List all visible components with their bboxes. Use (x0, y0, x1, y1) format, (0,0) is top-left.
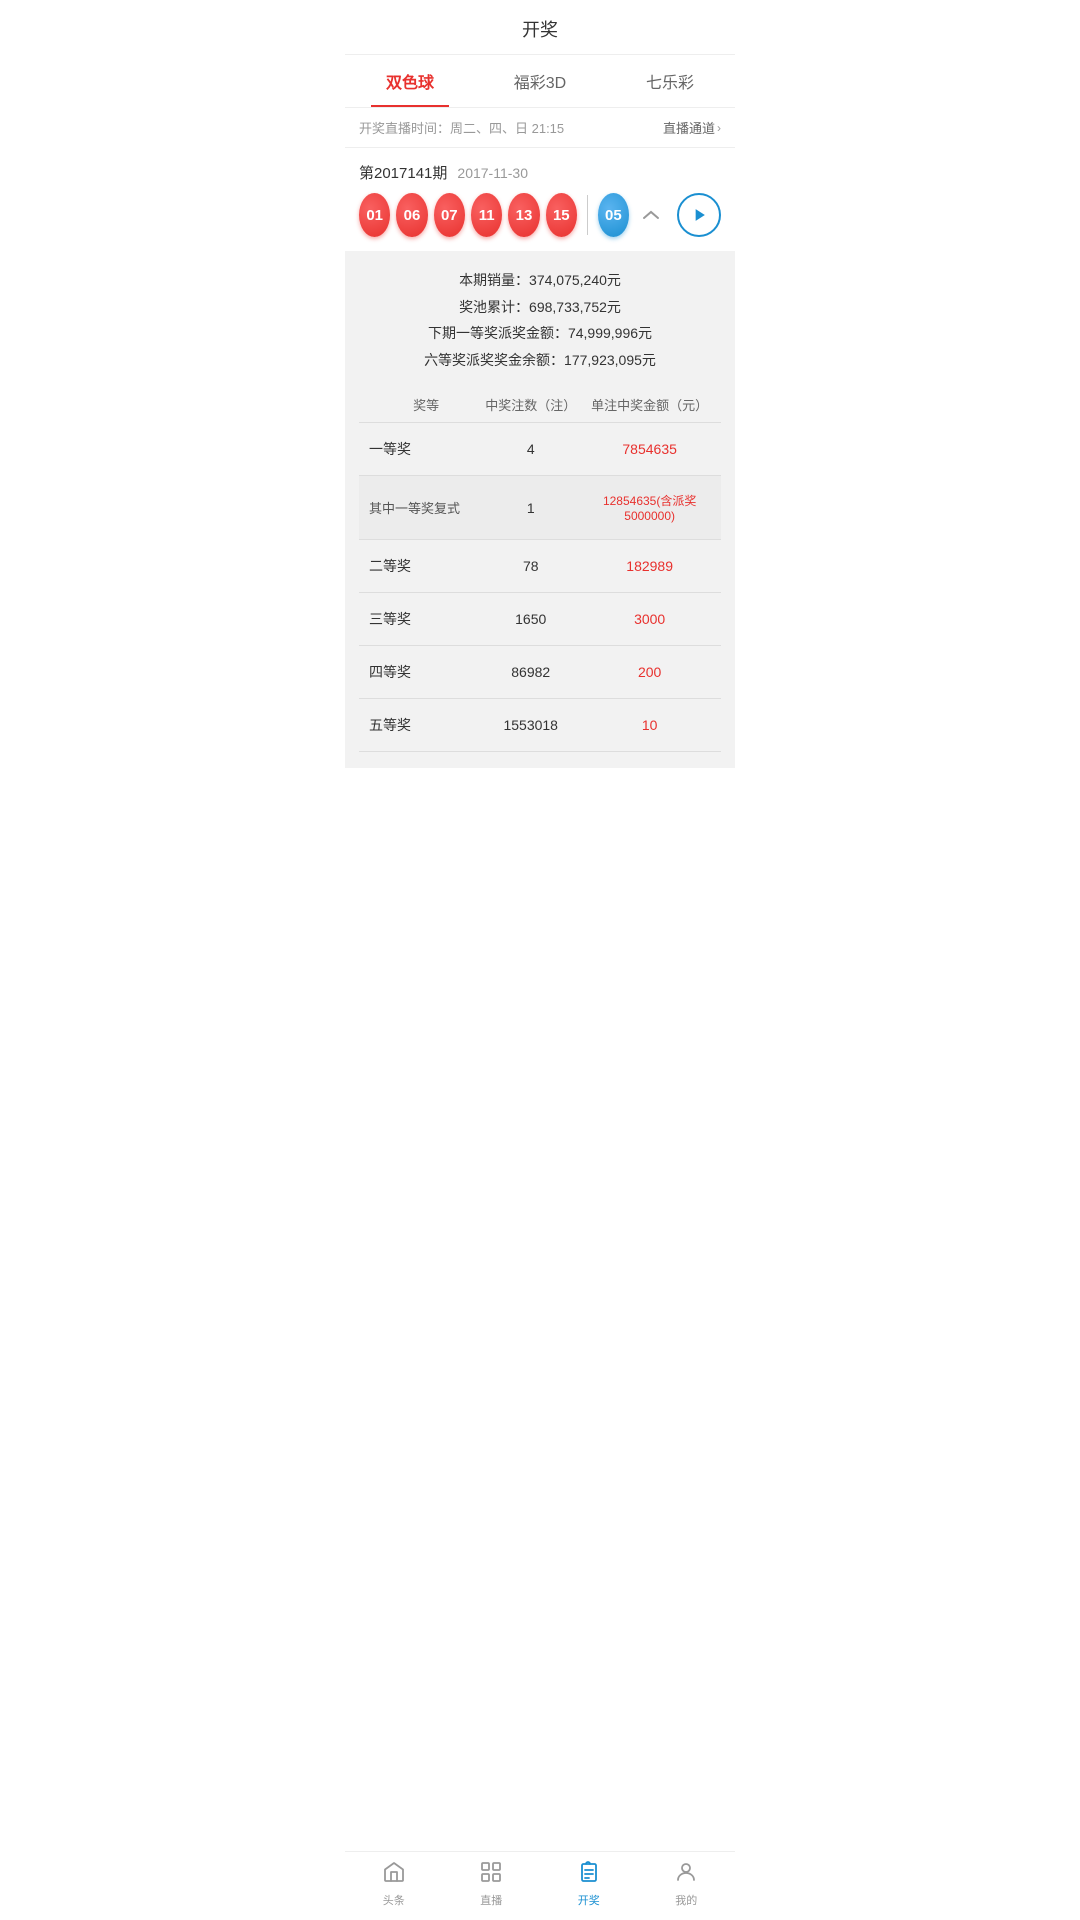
chevron-right-icon: › (717, 121, 721, 135)
prize-table: 奖等 中奖注数（注） 单注中奖金额（元） 一等奖 4 7854635 其中一等奖… (359, 387, 721, 752)
sales-line1: 本期销量：374,075,240元 (359, 267, 721, 294)
draw-issue: 第2017141期 (359, 162, 447, 183)
sales-line3: 下期一等奖派奖金额：74,999,996元 (359, 320, 721, 347)
person-icon (674, 1860, 698, 1888)
prize-count-4: 86982 (483, 664, 578, 680)
red-ball-4: 11 (471, 193, 502, 237)
prize-row-2: 二等奖 78 182989 (359, 540, 721, 593)
draw-date: 2017-11-30 (457, 165, 528, 181)
tab-shuangseqiu[interactable]: 双色球 (345, 55, 475, 107)
draw-card: 第2017141期 2017-11-30 01 06 07 11 13 15 0… (345, 148, 735, 251)
blue-ball: 05 (598, 193, 629, 237)
sales-line4: 六等奖派奖奖金余额：177,923,095元 (359, 347, 721, 374)
tab-bar: 双色球 福彩3D 七乐彩 (345, 55, 735, 108)
red-ball-6: 15 (546, 193, 577, 237)
red-ball-5: 13 (508, 193, 539, 237)
prize-amount-sub: 12854635(含派奖5000000) (578, 492, 721, 523)
header-amount: 单注中奖金额（元） (578, 395, 721, 414)
draw-numbers-row: 01 06 07 11 13 15 05 (359, 193, 721, 237)
prize-row-5: 五等奖 1553018 10 (359, 699, 721, 752)
header-count: 中奖注数（注） (483, 395, 578, 414)
prize-name-5: 五等奖 (359, 715, 483, 735)
prize-amount-2: 182989 (578, 558, 721, 574)
prize-row-3: 三等奖 1650 3000 (359, 593, 721, 646)
clipboard-icon (577, 1860, 601, 1888)
prize-row-4: 四等奖 86982 200 (359, 646, 721, 699)
nav-zhibo[interactable]: 直播 (443, 1860, 541, 1908)
prize-count-2: 78 (483, 558, 578, 574)
nav-toutiao[interactable]: 头条 (345, 1860, 443, 1908)
live-bar: 开奖直播时间：周二、四、日 21:15 直播通道 › (345, 108, 735, 148)
prize-name-3: 三等奖 (359, 609, 483, 629)
bottom-nav: 头条 直播 开奖 (345, 1851, 735, 1920)
detail-panel: 本期销量：374,075,240元 奖池累计：698,733,752元 下期一等… (345, 251, 735, 768)
red-ball-1: 01 (359, 193, 390, 237)
nav-toutiao-label: 头条 (383, 1892, 405, 1908)
home-icon (382, 1860, 406, 1888)
prize-amount-1: 7854635 (578, 441, 721, 457)
prize-amount-5: 10 (578, 717, 721, 733)
prize-name-2: 二等奖 (359, 556, 483, 576)
prize-name-sub: 其中一等奖复式 (359, 498, 483, 517)
prize-count-5: 1553018 (483, 717, 578, 733)
apps-icon (479, 1860, 503, 1888)
nav-kaijang[interactable]: 开奖 (540, 1860, 638, 1908)
prize-amount-4: 200 (578, 664, 721, 680)
red-ball-2: 06 (396, 193, 427, 237)
prize-amount-3: 3000 (578, 611, 721, 627)
nav-wode[interactable]: 我的 (638, 1860, 736, 1908)
prize-count-sub: 1 (483, 500, 578, 516)
nav-wode-label: 我的 (675, 1892, 697, 1908)
prize-count-1: 4 (483, 441, 578, 457)
nav-kaijang-label: 开奖 (578, 1892, 600, 1908)
tab-qilecai[interactable]: 七乐彩 (605, 55, 735, 107)
live-channel-link[interactable]: 直播通道 › (663, 118, 721, 137)
balls-divider (587, 195, 588, 235)
nav-zhibo-label: 直播 (480, 1892, 502, 1908)
prize-name-4: 四等奖 (359, 662, 483, 682)
red-ball-3: 07 (434, 193, 465, 237)
live-time-label: 开奖直播时间：周二、四、日 21:15 (359, 118, 564, 137)
prize-row-1: 一等奖 4 7854635 (359, 423, 721, 476)
collapse-button[interactable] (635, 199, 667, 231)
prize-table-header: 奖等 中奖注数（注） 单注中奖金额（元） (359, 387, 721, 423)
prize-row-sub: 其中一等奖复式 1 12854635(含派奖5000000) (359, 476, 721, 540)
prize-name-1: 一等奖 (359, 439, 483, 459)
prize-count-3: 1650 (483, 611, 578, 627)
tab-fucai3d[interactable]: 福彩3D (475, 55, 605, 107)
header-name: 奖等 (359, 395, 483, 414)
sales-line2: 奖池累计：698,733,752元 (359, 294, 721, 321)
video-button[interactable] (677, 193, 721, 237)
sales-info: 本期销量：374,075,240元 奖池累计：698,733,752元 下期一等… (359, 267, 721, 373)
page-title: 开奖 (345, 0, 735, 55)
